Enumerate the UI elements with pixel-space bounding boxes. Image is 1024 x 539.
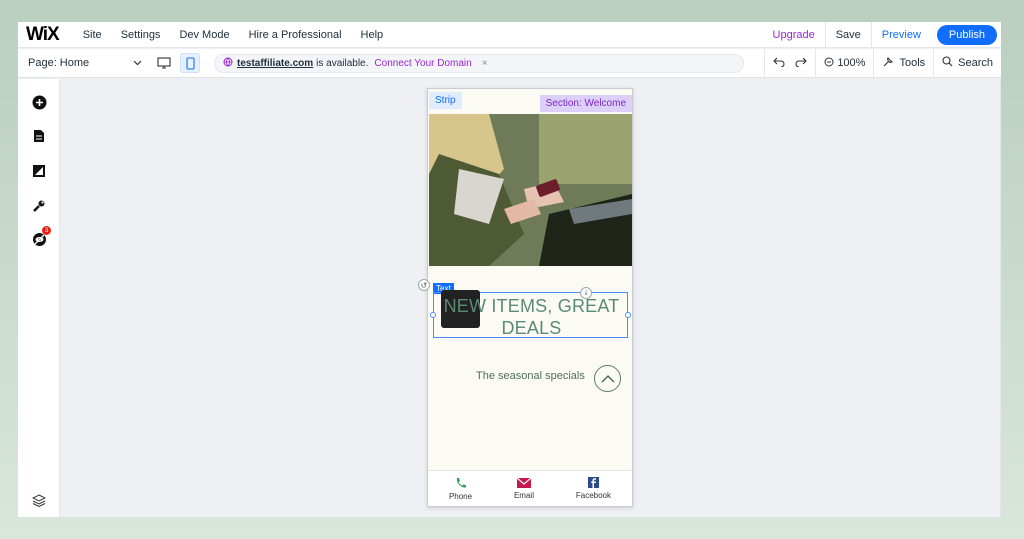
search-icon xyxy=(942,56,953,70)
email-action[interactable]: Email xyxy=(513,477,534,500)
menu-settings[interactable]: Settings xyxy=(121,29,161,41)
secondary-toolbar: Page: Home testaffiliate.com is availabl… xyxy=(18,49,1001,78)
rotate-icon[interactable]: ↺ xyxy=(418,279,430,291)
page-selector[interactable]: Page: Home xyxy=(18,57,148,69)
publish-button[interactable]: Publish xyxy=(936,24,997,45)
domain-bar: testaffiliate.com is available. Connect … xyxy=(214,53,744,73)
domain-name[interactable]: testaffiliate.com xyxy=(237,58,313,69)
menu-help[interactable]: Help xyxy=(361,29,384,41)
connect-domain-link[interactable]: Connect Your Domain xyxy=(374,58,471,69)
chevron-up-icon xyxy=(601,374,614,382)
undo-icon[interactable] xyxy=(773,57,785,70)
upgrade-link[interactable]: Upgrade xyxy=(763,29,825,41)
hero-photo-illustration xyxy=(429,114,632,266)
phone-action[interactable]: Phone xyxy=(449,477,472,501)
mobile-view-icon[interactable] xyxy=(180,53,200,73)
tools-icon xyxy=(882,56,894,71)
subtitle-text[interactable]: The seasonal specials xyxy=(476,370,585,382)
email-icon xyxy=(516,477,531,488)
wix-logo[interactable]: WiX xyxy=(26,24,60,46)
undo-redo-group xyxy=(764,49,815,77)
facebook-action[interactable]: Facebook xyxy=(576,477,611,500)
editor-window: WiX Site Settings Dev Mode Hire a Profes… xyxy=(18,22,1001,517)
editor-tools: 100% Tools Search xyxy=(764,49,1001,77)
pages-icon[interactable] xyxy=(31,128,47,144)
add-elements-icon[interactable] xyxy=(31,94,47,110)
left-sidebar: 3 xyxy=(18,79,60,517)
strip-label[interactable]: Strip xyxy=(429,92,462,109)
phone-label: Phone xyxy=(448,491,473,501)
mobile-canvas[interactable]: Strip Section: Welcome A+ A- xyxy=(418,88,633,507)
resize-handle-left[interactable] xyxy=(430,312,436,318)
zoom-control[interactable]: 100% xyxy=(815,49,873,77)
menu-hire-professional[interactable]: Hire a Professional xyxy=(249,29,342,41)
phone-icon xyxy=(456,477,466,488)
close-icon[interactable]: × xyxy=(482,58,488,69)
search-button[interactable]: Search xyxy=(933,49,1001,77)
hidden-elements-icon[interactable]: 3 xyxy=(31,226,51,247)
desktop-view-icon[interactable] xyxy=(154,53,174,73)
download-icon[interactable]: ⤓ xyxy=(580,287,592,299)
top-bar-actions: Upgrade Save Preview Publish xyxy=(763,22,1001,48)
zoom-out-icon xyxy=(824,57,834,70)
mobile-action-bar: Phone Email Facebook xyxy=(428,470,632,506)
preview-button[interactable]: Preview xyxy=(872,29,931,41)
scroll-up-button[interactable] xyxy=(594,365,621,392)
right-panel-edge xyxy=(1000,79,1001,517)
domain-availability: is available. xyxy=(316,57,369,69)
chevron-down-icon xyxy=(133,58,142,68)
page-selector-label: Page: Home xyxy=(28,57,90,69)
tools-label: Tools xyxy=(899,57,926,69)
design-icon[interactable] xyxy=(31,163,47,179)
email-label: Email xyxy=(513,490,534,500)
globe-icon xyxy=(223,57,233,70)
settings-wrench-icon[interactable] xyxy=(31,198,47,214)
notification-badge: 3 xyxy=(42,226,51,235)
top-bar: WiX Site Settings Dev Mode Hire a Profes… xyxy=(18,22,1001,48)
redo-icon[interactable] xyxy=(795,57,808,70)
tools-button[interactable]: Tools xyxy=(873,49,933,77)
layers-icon[interactable] xyxy=(31,492,47,508)
headline-text-box[interactable]: NEW ITEMS, GREAT DEALS ⤓ xyxy=(430,287,631,339)
headline-text[interactable]: NEW ITEMS, GREAT DEALS xyxy=(434,295,629,339)
search-label: Search xyxy=(958,57,993,69)
zoom-level: 100% xyxy=(837,57,866,69)
menu-site[interactable]: Site xyxy=(83,29,102,41)
hero-image[interactable]: A+ A- ? xyxy=(429,114,632,266)
section-label[interactable]: Section: Welcome xyxy=(539,95,632,112)
facebook-icon xyxy=(587,477,599,488)
facebook-label: Facebook xyxy=(575,491,612,500)
resize-handle-right[interactable] xyxy=(625,312,631,318)
menu-dev-mode[interactable]: Dev Mode xyxy=(179,29,229,41)
save-button[interactable]: Save xyxy=(826,29,871,41)
